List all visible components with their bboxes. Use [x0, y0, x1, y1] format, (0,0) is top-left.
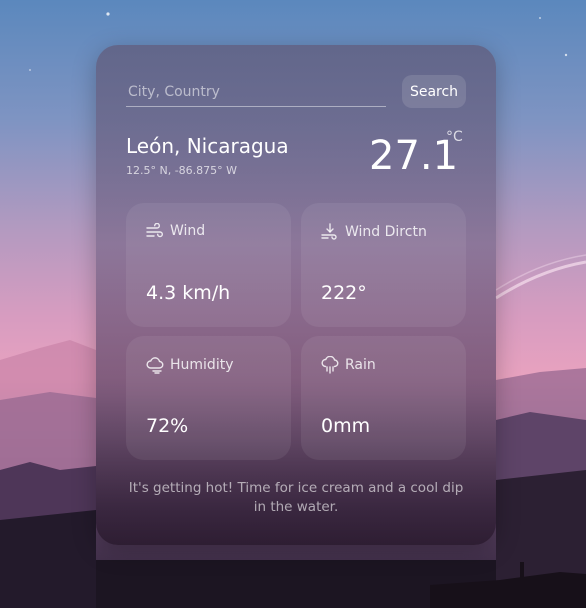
humidity-label: Humidity — [170, 357, 234, 373]
temperature-unit: °C — [446, 129, 463, 145]
wind-direction-tile: Wind Dirctn 222° — [301, 203, 466, 327]
rain-icon — [321, 356, 339, 374]
wind-direction-value: 222° — [321, 282, 367, 304]
humidity-icon — [146, 356, 164, 374]
rain-label: Rain — [345, 357, 376, 373]
location-coords: 12.5° N, -86.875° W — [126, 164, 238, 177]
wind-value: 4.3 km/h — [146, 282, 231, 304]
wind-direction-icon — [321, 223, 339, 241]
rain-tile: Rain 0mm — [301, 336, 466, 460]
humidity-tile: Humidity 72% — [126, 336, 291, 460]
search-input[interactable] — [126, 77, 386, 107]
wind-icon — [146, 223, 164, 239]
weather-card: Search León, Nicaragua 12.5° N, -86.875°… — [96, 45, 496, 545]
wind-tile: Wind 4.3 km/h — [126, 203, 291, 327]
weather-message: It's getting hot! Time for ice cream and… — [128, 480, 464, 515]
wind-direction-label: Wind Dirctn — [345, 224, 427, 240]
search-bar: Search — [126, 75, 466, 109]
location-name: León, Nicaragua — [126, 134, 289, 158]
temperature-value: 27.1 — [369, 133, 459, 179]
wind-label: Wind — [170, 223, 206, 239]
rain-value: 0mm — [321, 415, 371, 437]
humidity-value: 72% — [146, 415, 189, 437]
search-button[interactable]: Search — [402, 75, 466, 108]
